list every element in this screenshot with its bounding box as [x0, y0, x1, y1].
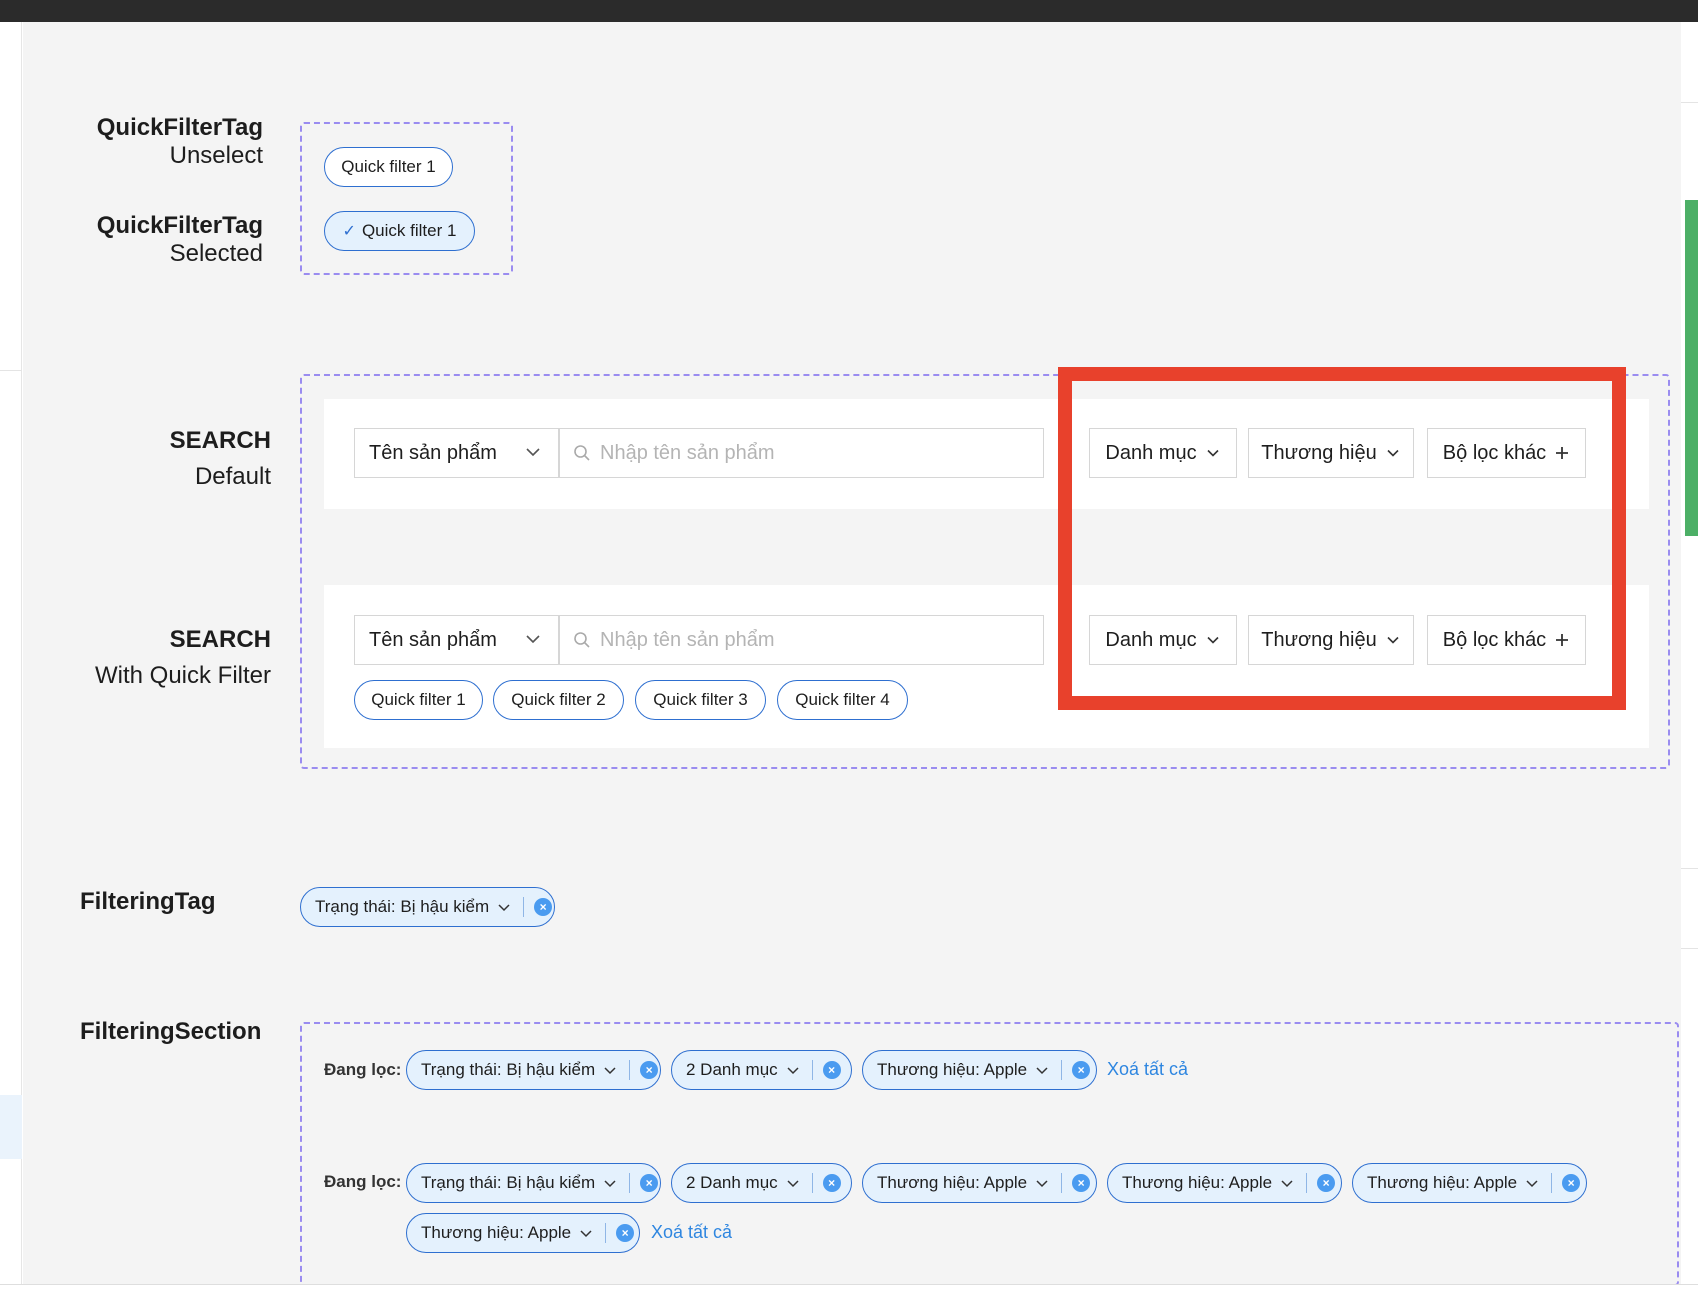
quick-filter-4[interactable]: Quick filter 4: [777, 680, 908, 720]
active-filters-label: Đang lọc:: [324, 1172, 402, 1191]
search-field-select[interactable]: Tên sản phẩm: [354, 615, 559, 665]
filtering-tag[interactable]: Thương hiệu: Apple ×: [406, 1213, 640, 1253]
filtering-tag[interactable]: 2 Danh mục ×: [671, 1050, 852, 1090]
sidebar-highlight: [0, 1095, 22, 1159]
quickfilter-frame: [300, 122, 513, 275]
window-top-bar: [0, 0, 1698, 22]
filteringtag-label: FilteringTag: [80, 888, 216, 915]
active-filters-label: Đang lọc:: [324, 1060, 402, 1079]
chevron-down-icon: [1036, 1180, 1048, 1188]
quickfilter-selected-label: QuickFilterTag Selected: [96, 212, 263, 267]
remove-tag-icon[interactable]: ×: [1562, 1174, 1581, 1192]
chevron-down-icon: [526, 635, 540, 644]
chevron-down-icon: [498, 904, 510, 912]
chevron-down-icon: [604, 1067, 616, 1075]
filtering-tag[interactable]: Thương hiệu: Apple ×: [1352, 1163, 1587, 1203]
filtering-tag[interactable]: Trạng thái: Bị hậu kiểm ×: [406, 1163, 661, 1203]
search-icon: [574, 445, 590, 461]
filtering-tag[interactable]: Trạng thái: Bị hậu kiểm ×: [300, 887, 555, 927]
chevron-down-icon: [526, 448, 540, 457]
remove-tag-icon[interactable]: ×: [822, 1061, 841, 1079]
chevron-down-icon: [580, 1230, 592, 1238]
chevron-down-icon: [1036, 1067, 1048, 1075]
search-input[interactable]: Nhập tên sản phẩm: [559, 615, 1044, 665]
remove-tag-icon[interactable]: ×: [640, 1174, 659, 1192]
remove-tag-icon[interactable]: ×: [1072, 1174, 1091, 1192]
quick-filter-unselected[interactable]: Quick filter 1: [324, 147, 453, 187]
search-input[interactable]: Nhập tên sản phẩm: [559, 428, 1044, 478]
remove-tag-icon[interactable]: ×: [616, 1224, 635, 1242]
filtering-tag[interactable]: Thương hiệu: Apple ×: [1107, 1163, 1342, 1203]
green-indicator: [1685, 200, 1698, 536]
remove-tag-icon[interactable]: ×: [822, 1174, 841, 1192]
highlight-annotation-box: [1058, 367, 1626, 710]
filtering-tag[interactable]: Thương hiệu: Apple ×: [862, 1050, 1097, 1090]
quick-filter-1[interactable]: Quick filter 1: [354, 680, 483, 720]
remove-tag-icon[interactable]: ×: [1317, 1174, 1336, 1192]
chevron-down-icon: [787, 1067, 799, 1075]
quick-filter-2[interactable]: Quick filter 2: [493, 680, 624, 720]
quick-filter-selected[interactable]: ✓ Quick filter 1: [324, 211, 475, 251]
chevron-down-icon: [1281, 1180, 1293, 1188]
clear-all-link[interactable]: Xoá tất cả: [651, 1222, 732, 1243]
remove-tag-icon[interactable]: ×: [640, 1061, 659, 1079]
filtering-tag[interactable]: 2 Danh mục ×: [671, 1163, 852, 1203]
quick-filter-3[interactable]: Quick filter 3: [635, 680, 766, 720]
clear-all-link[interactable]: Xoá tất cả: [1107, 1059, 1188, 1080]
left-sidebar-strip: [0, 22, 22, 1290]
chevron-down-icon: [787, 1180, 799, 1188]
search-field-select[interactable]: Tên sản phẩm: [354, 428, 559, 478]
remove-tag-icon[interactable]: ×: [534, 898, 553, 916]
search-default-label: SEARCH Default: [169, 427, 271, 490]
filteringsection-label: FilteringSection: [80, 1018, 262, 1045]
filtering-tag[interactable]: Trạng thái: Bị hậu kiểm ×: [406, 1050, 661, 1090]
chevron-down-icon: [604, 1180, 616, 1188]
check-icon: ✓: [342, 223, 356, 240]
search-quick-label: SEARCH With Quick Filter: [94, 626, 271, 689]
right-panel-strip: [1681, 22, 1698, 1290]
search-icon: [574, 632, 590, 648]
remove-tag-icon[interactable]: ×: [1072, 1061, 1091, 1079]
filtering-tag[interactable]: Thương hiệu: Apple ×: [862, 1163, 1097, 1203]
chevron-down-icon: [1526, 1180, 1538, 1188]
quickfilter-unselect-label: QuickFilterTag Unselect: [96, 114, 263, 169]
